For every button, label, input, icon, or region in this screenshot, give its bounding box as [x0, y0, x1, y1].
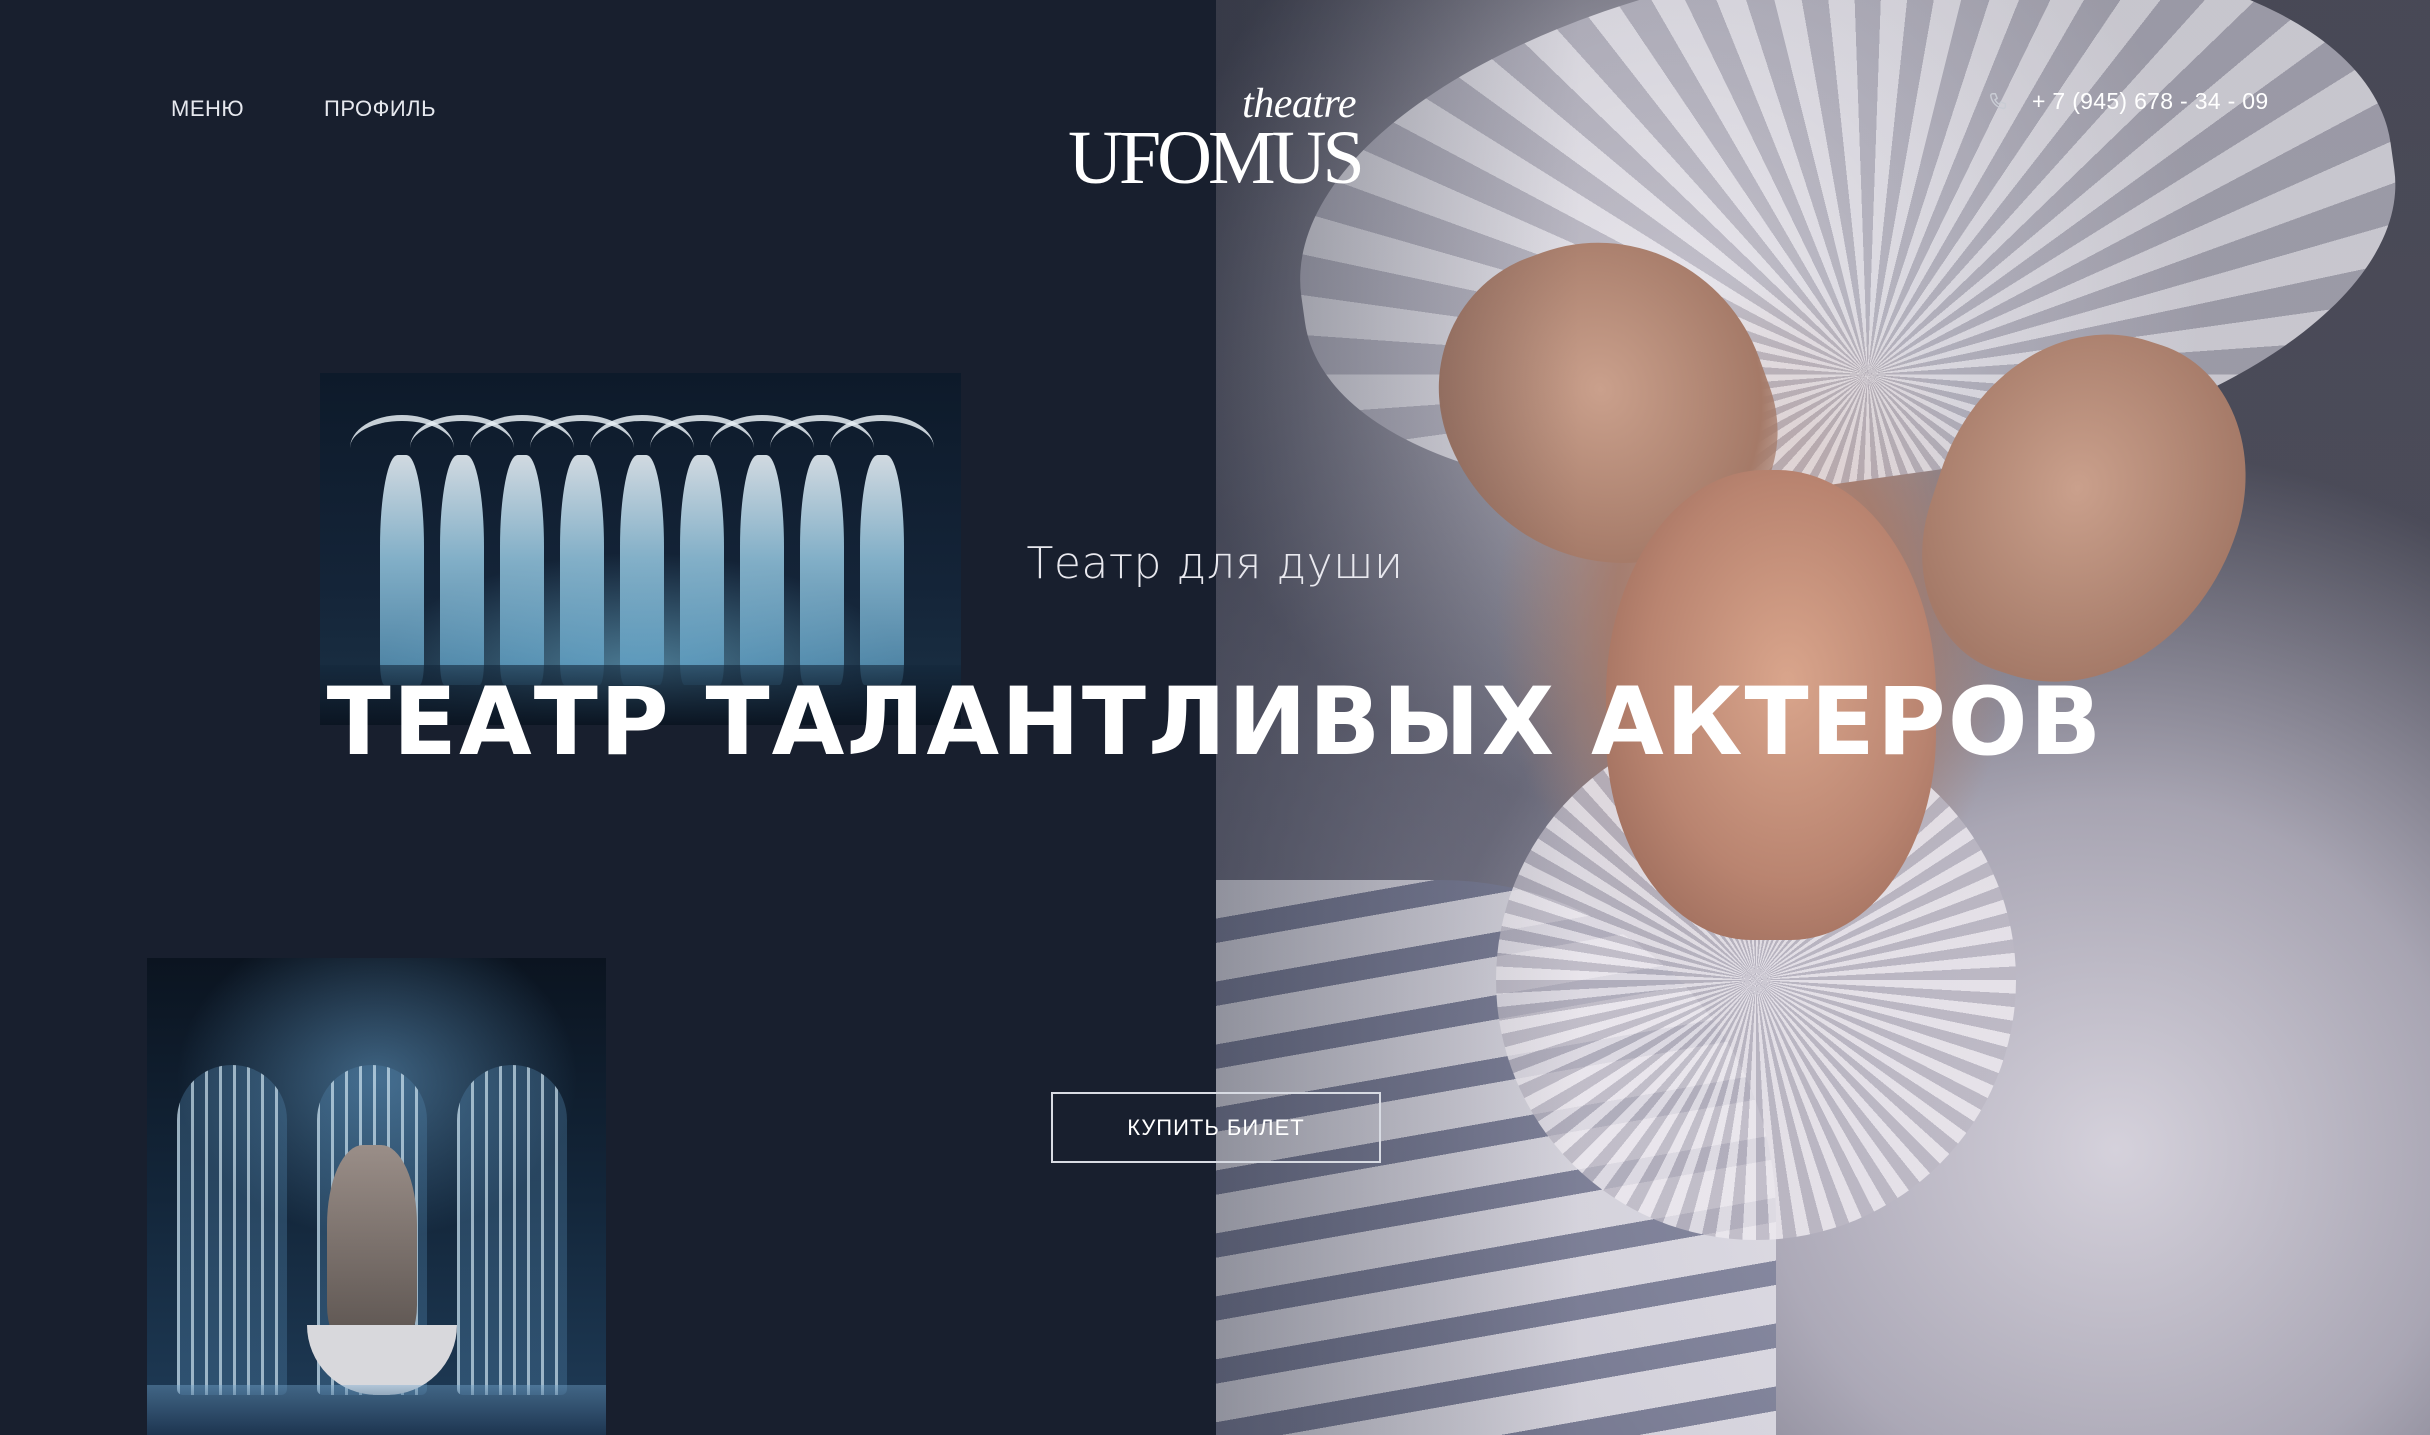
phone-number: + 7 (945) 678 - 34 - 09: [2032, 88, 2269, 114]
logo-wordmark: UFOMUS: [1068, 116, 1365, 200]
hero-subtitle: Театр для души: [1026, 538, 1404, 589]
hero-title: ТЕАТР ТАЛАНТЛИВЫХ АКТЕРОВ: [326, 668, 2104, 777]
birdcage: [177, 1065, 287, 1395]
logo[interactable]: theatre UFOMUS: [1060, 80, 1370, 200]
birdcage: [457, 1065, 567, 1395]
phone-contact[interactable]: + 7 (945) 678 - 34 - 09: [1988, 88, 2268, 115]
buy-ticket-button[interactable]: КУПИТЬ БИЛЕТ: [1051, 1092, 1381, 1163]
stage-photo: [147, 958, 606, 1435]
performer: [327, 1145, 417, 1345]
nav-menu[interactable]: МЕНЮ: [171, 96, 244, 122]
stage-ground: [147, 1385, 606, 1435]
phone-icon: [1988, 91, 2010, 113]
landing-page: МЕНЮ ПРОФИЛЬ theatre UFOMUS + 7 (945) 67…: [0, 0, 2430, 1435]
nav-profile[interactable]: ПРОФИЛЬ: [324, 96, 436, 122]
